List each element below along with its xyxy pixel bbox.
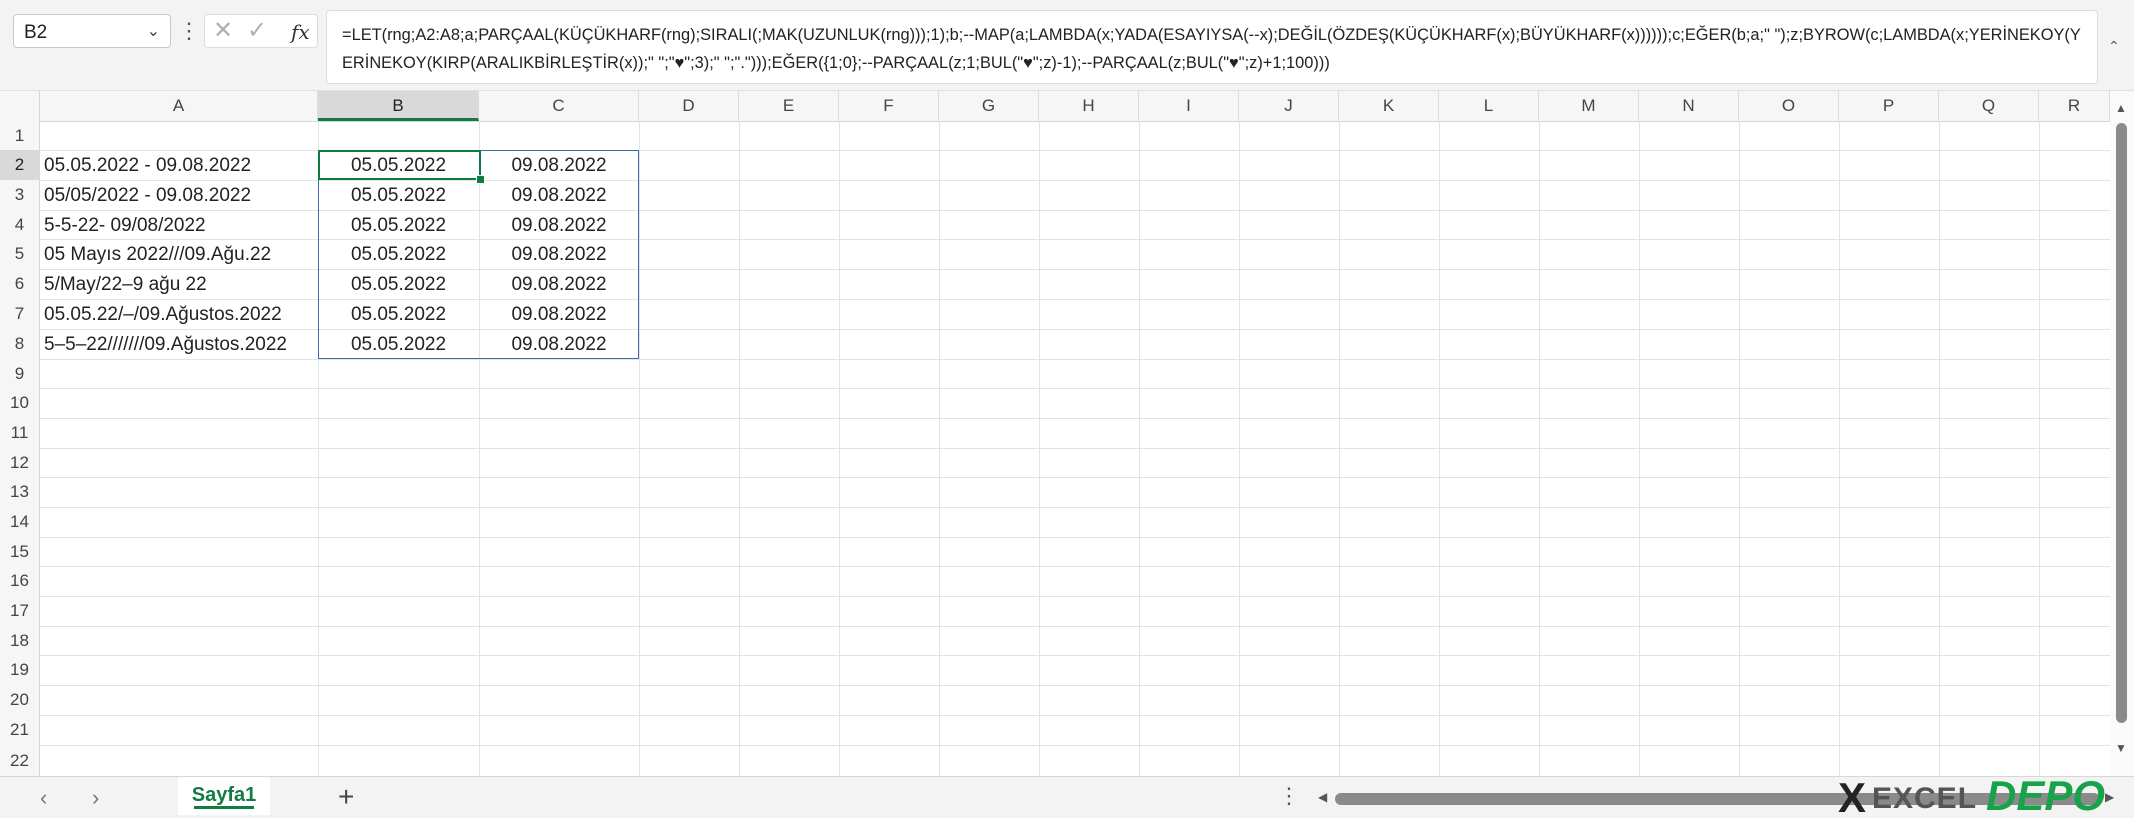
vertical-scroll-thumb[interactable] bbox=[2116, 123, 2127, 723]
chevron-right-icon[interactable]: › bbox=[92, 785, 99, 811]
row-header-1[interactable]: 1 bbox=[0, 121, 40, 150]
chevron-left-icon[interactable]: ‹ bbox=[40, 785, 47, 811]
column-header-c[interactable]: C bbox=[479, 91, 639, 121]
cell-c4[interactable]: 09.08.2022 bbox=[479, 211, 639, 240]
cell-b7[interactable]: 05.05.2022 bbox=[318, 300, 479, 329]
column-header-f[interactable]: F bbox=[839, 91, 939, 121]
cell-b8[interactable]: 05.05.2022 bbox=[318, 330, 479, 359]
cell-a2[interactable]: 05.05.2022 - 09.08.2022 bbox=[44, 151, 251, 180]
row-header-3[interactable]: 3 bbox=[0, 180, 40, 210]
scroll-up-icon[interactable]: ▲ bbox=[2115, 101, 2127, 115]
cell-b6[interactable]: 05.05.2022 bbox=[318, 270, 479, 299]
formula-input[interactable]: =LET(rng;A2:A8;a;PARÇAAL(KÜÇÜKHARF(rng);… bbox=[326, 10, 2098, 84]
chevron-down-icon[interactable]: ⌄ bbox=[147, 21, 160, 41]
more-options-icon[interactable]: ⋮ bbox=[1278, 783, 1300, 809]
cell-b3[interactable]: 05.05.2022 bbox=[318, 181, 479, 210]
cell-a6[interactable]: 5/May/22–9 ağu 22 bbox=[44, 270, 207, 299]
column-header-j[interactable]: J bbox=[1239, 91, 1339, 121]
column-header-p[interactable]: P bbox=[1839, 91, 1939, 121]
select-all-corner[interactable] bbox=[0, 91, 40, 121]
scroll-down-icon[interactable]: ▼ bbox=[2115, 741, 2127, 755]
cell-a3[interactable]: 05/05/2022 - 09.08.2022 bbox=[44, 181, 251, 210]
scroll-left-icon[interactable]: ◀ bbox=[1318, 790, 1327, 804]
row-header-20[interactable]: 20 bbox=[0, 685, 40, 715]
cell-c2[interactable]: 09.08.2022 bbox=[479, 151, 639, 180]
column-header-d[interactable]: D bbox=[639, 91, 739, 121]
row-header-18[interactable]: 18 bbox=[0, 626, 40, 655]
watermark-depo: DEPO bbox=[1986, 772, 2106, 819]
column-header-l[interactable]: L bbox=[1439, 91, 1539, 121]
watermark-logo: X EXCEL DEPO bbox=[1838, 772, 2134, 821]
column-header-e[interactable]: E bbox=[739, 91, 839, 121]
row-header-22[interactable]: 22 bbox=[0, 745, 40, 776]
column-header-m[interactable]: M bbox=[1539, 91, 1639, 121]
row-header-13[interactable]: 13 bbox=[0, 477, 40, 507]
row-header-19[interactable]: 19 bbox=[0, 655, 40, 685]
formula-buttons: ✕ ✓ fx bbox=[204, 14, 318, 48]
column-header-i[interactable]: I bbox=[1139, 91, 1239, 121]
cell-b5[interactable]: 05.05.2022 bbox=[318, 240, 479, 269]
column-header-a[interactable]: A bbox=[40, 91, 318, 121]
cell-c5[interactable]: 09.08.2022 bbox=[479, 240, 639, 269]
active-cell-b2[interactable] bbox=[318, 150, 481, 180]
name-box-value[interactable]: B2 bbox=[24, 22, 47, 44]
column-header-o[interactable]: O bbox=[1739, 91, 1839, 121]
name-box[interactable]: B2 ⌄ bbox=[13, 14, 171, 48]
check-icon[interactable]: ✓ bbox=[247, 19, 267, 43]
row-header-17[interactable]: 17 bbox=[0, 596, 40, 626]
more-options-icon[interactable]: ⋮ bbox=[178, 14, 200, 48]
fill-handle[interactable] bbox=[476, 175, 485, 184]
column-header-n[interactable]: N bbox=[1639, 91, 1739, 121]
cell-c7[interactable]: 09.08.2022 bbox=[479, 300, 639, 329]
watermark-x: X bbox=[1838, 774, 1867, 821]
row-header-15[interactable]: 15 bbox=[0, 537, 40, 566]
column-header-h[interactable]: H bbox=[1039, 91, 1139, 121]
row-header-6[interactable]: 6 bbox=[0, 269, 40, 299]
column-header-k[interactable]: K bbox=[1339, 91, 1439, 121]
fx-icon[interactable]: fx bbox=[291, 20, 310, 44]
column-headers: A B C D E F G H I J K L M N O P Q R bbox=[0, 91, 2110, 122]
cell-a8[interactable]: 5–5–22///////09.Ağustos.2022 bbox=[44, 330, 287, 359]
row-header-9[interactable]: 9 bbox=[0, 359, 40, 388]
row-header-7[interactable]: 7 bbox=[0, 299, 40, 329]
cell-b4[interactable]: 05.05.2022 bbox=[318, 211, 479, 240]
cell-c3[interactable]: 09.08.2022 bbox=[479, 181, 639, 210]
cell-c6[interactable]: 09.08.2022 bbox=[479, 270, 639, 299]
watermark-excel: EXCEL bbox=[1872, 782, 1978, 815]
cell-a5[interactable]: 05 Mayıs 2022///09.Ağu.22 bbox=[44, 240, 271, 269]
active-tab-indicator bbox=[194, 806, 254, 809]
close-icon[interactable]: ✕ bbox=[213, 19, 233, 43]
row-header-8[interactable]: 8 bbox=[0, 329, 40, 359]
row-header-14[interactable]: 14 bbox=[0, 507, 40, 537]
row-header-11[interactable]: 11 bbox=[0, 418, 40, 448]
column-header-b[interactable]: B bbox=[318, 91, 479, 121]
column-header-r[interactable]: R bbox=[2039, 91, 2110, 121]
row-header-4[interactable]: 4 bbox=[0, 210, 40, 239]
cell-a7[interactable]: 05.05.22/–/09.Ağustos.2022 bbox=[44, 300, 282, 329]
chevron-up-icon[interactable]: ⌃ bbox=[2108, 38, 2120, 55]
row-header-5[interactable]: 5 bbox=[0, 239, 40, 269]
sheet-tab-bar: ‹ › Sayfa1 + ⋮ ◀ ▶ bbox=[0, 776, 2134, 818]
vertical-scrollbar[interactable]: ▲ ▼ bbox=[2110, 91, 2134, 776]
row-header-16[interactable]: 16 bbox=[0, 566, 40, 596]
formula-text[interactable]: =LET(rng;A2:A8;a;PARÇAAL(KÜÇÜKHARF(rng);… bbox=[342, 21, 2087, 77]
row-header-2[interactable]: 2 bbox=[0, 150, 40, 180]
sheet-tab-sayfa1[interactable]: Sayfa1 bbox=[178, 777, 270, 815]
column-header-g[interactable]: G bbox=[939, 91, 1039, 121]
row-header-10[interactable]: 10 bbox=[0, 388, 40, 418]
row-header-12[interactable]: 12 bbox=[0, 448, 40, 477]
plus-icon[interactable]: + bbox=[338, 781, 354, 813]
formula-bar: B2 ⌄ ⋮ ✕ ✓ fx =LET(rng;A2:A8;a;PARÇAAL(K… bbox=[0, 0, 2134, 91]
sheet-tab-label[interactable]: Sayfa1 bbox=[192, 784, 257, 806]
column-header-q[interactable]: Q bbox=[1939, 91, 2039, 121]
row-header-21[interactable]: 21 bbox=[0, 715, 40, 745]
cell-a4[interactable]: 5-5-22- 09/08/2022 bbox=[44, 211, 206, 240]
cell-c8[interactable]: 09.08.2022 bbox=[479, 330, 639, 359]
